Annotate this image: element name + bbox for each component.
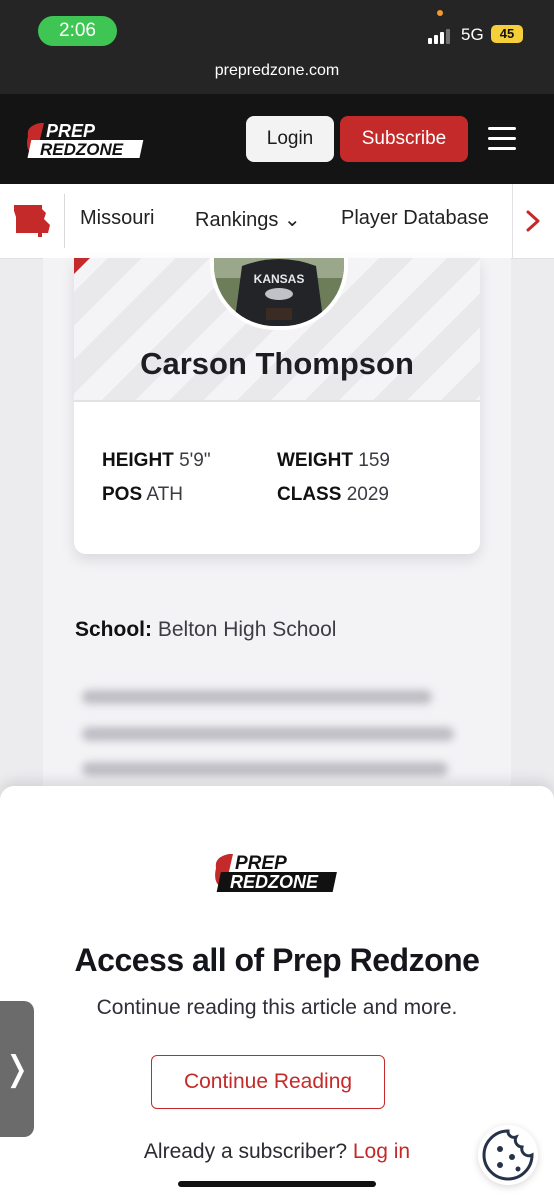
status-bar: 2:06 5G 45 prepredzone.com (0, 0, 554, 94)
already-subscriber-text: Already a subscriber? (143, 1140, 348, 1163)
school-label: School: (75, 618, 152, 641)
blurred-article-line (82, 727, 454, 741)
paywall-subtitle: Continue reading this article and more. (96, 996, 458, 1019)
nav-item-player-database[interactable]: Player Database (341, 207, 489, 230)
stat-height: HEIGHT 5'9" (102, 450, 211, 471)
card-corner-accent (74, 258, 90, 274)
stat-position: POS ATH (102, 484, 183, 505)
school-name: Belton High School (157, 618, 337, 641)
side-drawer-tab[interactable]: ❭ (0, 1001, 34, 1137)
nav-divider (64, 194, 65, 248)
subscribe-button[interactable]: Subscribe (340, 116, 468, 162)
login-link[interactable]: Log in (353, 1140, 410, 1163)
url-bar[interactable]: prepredzone.com (0, 62, 554, 80)
site-logo[interactable]: PREP REDZONE (22, 118, 150, 162)
blurred-article-line (82, 690, 432, 704)
player-card: KANSAS Carson Thompson HEIGHT 5'9" WEIGH… (74, 258, 480, 554)
player-name: Carson Thompson (140, 346, 414, 381)
continue-reading-button[interactable]: Continue Reading (151, 1055, 385, 1109)
nav-scroll-right-button[interactable] (512, 184, 554, 258)
nav-item-rankings[interactable]: Rankings ⌄ (195, 207, 301, 232)
logo-bottom-text: REDZONE (40, 140, 124, 159)
signal-icon (428, 28, 454, 44)
missouri-state-icon[interactable] (12, 203, 52, 239)
logo-top-text: PREP (46, 121, 96, 141)
paywall-title: Access all of Prep Redzone (74, 942, 480, 978)
home-indicator (178, 1181, 376, 1187)
chevron-right-icon: ❭ (2, 1050, 32, 1088)
paywall-logo: PREP REDZONE (210, 848, 344, 896)
cookie-icon (482, 1129, 534, 1181)
subscriber-login-line: Already a subscriber? Log in (0, 1140, 554, 1164)
school-line: School: Belton High School (75, 618, 336, 642)
status-time: 2:06 (38, 16, 117, 46)
stat-class: CLASS 2029 (277, 484, 389, 505)
paywall-logo-top-text: PREP (235, 853, 287, 874)
stat-weight: WEIGHT 159 (277, 450, 390, 471)
cookie-settings-button[interactable] (478, 1125, 538, 1185)
menu-icon[interactable] (488, 127, 516, 151)
blurred-article-line (82, 762, 448, 776)
privacy-indicator-icon (437, 10, 443, 16)
nav-item-missouri[interactable]: Missouri (80, 207, 154, 230)
paywall-logo-bottom-text: REDZONE (230, 872, 319, 892)
login-button[interactable]: Login (246, 116, 334, 162)
shirt-text: KANSAS (254, 272, 305, 286)
network-type: 5G (461, 25, 484, 44)
chevron-right-icon (526, 210, 540, 232)
battery-icon: 45 (491, 25, 523, 43)
